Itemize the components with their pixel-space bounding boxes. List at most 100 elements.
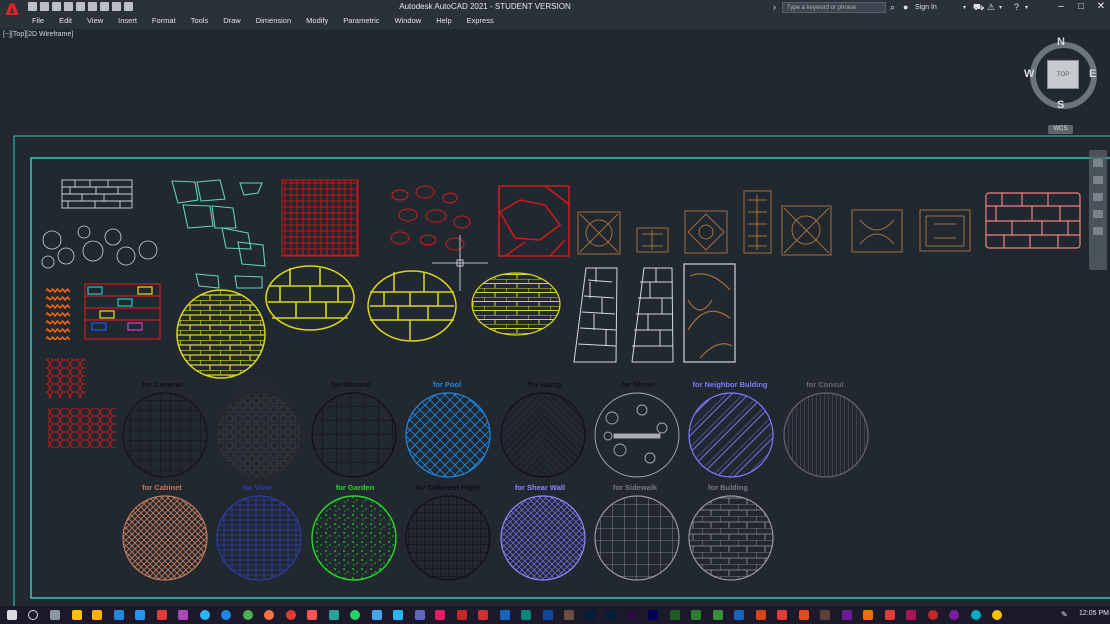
stone-column-brown bbox=[683, 263, 736, 363]
orange-wave-block bbox=[46, 285, 70, 340]
app-icon-4[interactable] bbox=[415, 610, 425, 620]
showmotion-icon[interactable] bbox=[1093, 227, 1103, 235]
flagstone-block-teal bbox=[171, 179, 266, 289]
app-icon-14[interactable] bbox=[928, 610, 938, 620]
task-view-icon[interactable] bbox=[50, 610, 60, 620]
excel-icon-3[interactable] bbox=[713, 610, 723, 620]
navisworks-icon[interactable] bbox=[543, 610, 553, 620]
edge-icon[interactable] bbox=[200, 610, 210, 620]
excel-icon[interactable] bbox=[670, 610, 680, 620]
autodesk-icon[interactable] bbox=[478, 610, 488, 620]
app-purple-icon[interactable] bbox=[178, 610, 188, 620]
label-neighbor-building: for Neighbor Bulding bbox=[692, 380, 768, 389]
zoom-icon[interactable] bbox=[1093, 193, 1103, 201]
label-street: for Street bbox=[621, 380, 655, 389]
hatch-cabinet bbox=[122, 495, 208, 581]
windows-taskbar: ✎ 12:05 PM bbox=[0, 606, 1110, 624]
photoshop-icon[interactable] bbox=[585, 610, 595, 620]
autocad-taskbar-icon-2[interactable] bbox=[457, 610, 467, 620]
windows-start-icon[interactable] bbox=[7, 610, 17, 620]
app-icon-9[interactable] bbox=[820, 610, 830, 620]
drawing-canvas[interactable] bbox=[0, 0, 1110, 606]
tray-pen-icon[interactable]: ✎ bbox=[1061, 610, 1068, 619]
app-icon-12[interactable] bbox=[885, 610, 895, 620]
yellow-brick-circle bbox=[176, 289, 266, 379]
red-pebble-block bbox=[390, 185, 471, 251]
label-different-height: for Different Hight bbox=[415, 483, 481, 492]
ornament-tiles-brown bbox=[577, 190, 971, 256]
compass-north[interactable]: N bbox=[1057, 36, 1065, 48]
app-icon-5[interactable] bbox=[521, 610, 531, 620]
compass-east[interactable]: E bbox=[1089, 68, 1096, 80]
stone-column-1 bbox=[573, 267, 618, 363]
internet-explorer-icon[interactable] bbox=[221, 610, 231, 620]
app-icon-1[interactable] bbox=[307, 610, 317, 620]
red-mesh-block bbox=[281, 179, 359, 257]
steering-wheel-icon[interactable] bbox=[1093, 159, 1103, 167]
app-icon-7[interactable] bbox=[777, 610, 787, 620]
label-mosaic: for Mosaic bbox=[238, 380, 276, 389]
label-garden: for Garden bbox=[335, 483, 375, 492]
compass-south[interactable]: S bbox=[1057, 99, 1064, 111]
premiere-icon[interactable] bbox=[627, 610, 637, 620]
label-consul: for Consul bbox=[806, 380, 844, 389]
colored-brick-block bbox=[84, 283, 161, 340]
app-icon-3[interactable] bbox=[372, 610, 382, 620]
app-icon-8[interactable] bbox=[799, 610, 809, 620]
wcs-menu[interactable]: WCS bbox=[1048, 125, 1073, 134]
pan-icon[interactable] bbox=[1093, 176, 1103, 184]
navigation-bar bbox=[1089, 150, 1107, 270]
app-icon-13[interactable] bbox=[906, 610, 916, 620]
hatch-garden bbox=[311, 495, 397, 581]
hatch-shear-wall bbox=[500, 495, 586, 581]
excel-icon-2[interactable] bbox=[691, 610, 701, 620]
powerpoint-icon[interactable] bbox=[756, 610, 766, 620]
hatch-view bbox=[216, 495, 302, 581]
hatch-building bbox=[688, 495, 774, 581]
chrome-icon[interactable] bbox=[243, 610, 253, 620]
app-icon-17[interactable] bbox=[992, 610, 1002, 620]
stone-block-white bbox=[61, 179, 133, 209]
pebble-block-white bbox=[41, 225, 158, 269]
yellow-stone-wall bbox=[265, 265, 355, 331]
file-explorer-icon[interactable] bbox=[72, 610, 82, 620]
label-shear-wall: for Shear Wall bbox=[514, 483, 566, 492]
telegram-icon[interactable] bbox=[393, 610, 403, 620]
yellow-brick-ellipse-2 bbox=[471, 272, 561, 336]
photoshop-icon-2[interactable] bbox=[606, 610, 616, 620]
hatch-street bbox=[594, 392, 680, 478]
orbit-icon[interactable] bbox=[1093, 210, 1103, 218]
whatsapp-icon[interactable] bbox=[350, 610, 360, 620]
autocad-taskbar-icon[interactable] bbox=[435, 610, 445, 620]
hatch-consul bbox=[783, 392, 869, 478]
word-icon[interactable] bbox=[734, 610, 744, 620]
clock[interactable]: 12:05 PM bbox=[1079, 610, 1109, 617]
compass-west[interactable]: W bbox=[1024, 68, 1034, 80]
view-cube[interactable]: TOP N S E W bbox=[1023, 35, 1100, 112]
hatch-ramp bbox=[500, 392, 586, 478]
firefox-icon[interactable] bbox=[264, 610, 274, 620]
view-cube-top-face[interactable]: TOP bbox=[1047, 60, 1079, 89]
app-red-icon[interactable] bbox=[157, 610, 167, 620]
folder-icon[interactable] bbox=[92, 610, 102, 620]
app-icon-16[interactable] bbox=[971, 610, 981, 620]
crosshair-cursor bbox=[432, 235, 488, 291]
label-ramp: for Ramp bbox=[528, 380, 562, 389]
hatch-ceramic bbox=[122, 392, 208, 478]
app-icon-11[interactable] bbox=[863, 610, 873, 620]
hatch-mosaic bbox=[216, 392, 302, 478]
app-icon-15[interactable] bbox=[949, 610, 959, 620]
store-icon[interactable] bbox=[135, 610, 145, 620]
app-icon-10[interactable] bbox=[842, 610, 852, 620]
opera-icon[interactable] bbox=[286, 610, 296, 620]
app-icon-2[interactable] bbox=[329, 610, 339, 620]
label-ceramic: for Ceramic bbox=[142, 380, 184, 389]
app-icon-6[interactable] bbox=[564, 610, 574, 620]
audition-icon[interactable] bbox=[648, 610, 658, 620]
red-honeycomb-block-1 bbox=[46, 358, 86, 398]
onedrive-icon[interactable] bbox=[114, 610, 124, 620]
revit-icon[interactable] bbox=[500, 610, 510, 620]
hatch-pool bbox=[405, 392, 491, 478]
label-building: for Bulding bbox=[708, 483, 748, 492]
search-icon[interactable] bbox=[28, 610, 38, 620]
